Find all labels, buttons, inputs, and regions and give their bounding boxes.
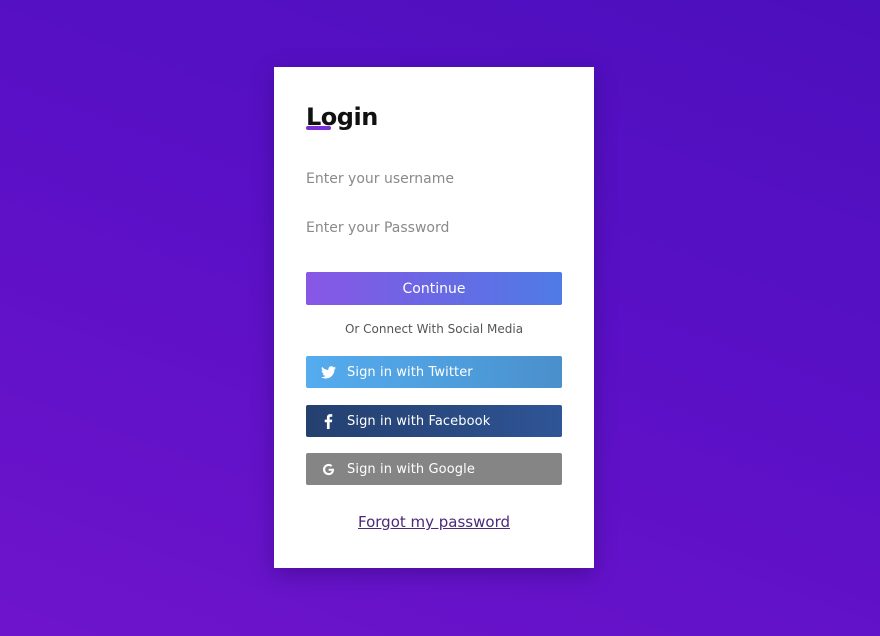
login-card: Login Continue Or Connect With Social Me…: [274, 67, 594, 568]
password-input[interactable]: [306, 215, 562, 241]
facebook-signin-button[interactable]: Sign in with Facebook: [306, 405, 562, 437]
username-input[interactable]: [306, 166, 562, 192]
twitter-signin-button[interactable]: Sign in with Twitter: [306, 356, 562, 388]
title-underline: [306, 126, 331, 130]
facebook-icon: [320, 413, 336, 429]
google-icon: [320, 461, 336, 477]
google-signin-label: Sign in with Google: [347, 461, 475, 477]
twitter-icon: [320, 364, 336, 380]
social-caption: Or Connect With Social Media: [344, 322, 524, 336]
facebook-signin-label: Sign in with Facebook: [347, 413, 491, 429]
twitter-signin-label: Sign in with Twitter: [347, 364, 473, 380]
google-signin-button[interactable]: Sign in with Google: [306, 453, 562, 485]
forgot-password-link[interactable]: Forgot my password: [306, 513, 562, 531]
continue-button[interactable]: Continue: [306, 272, 562, 305]
